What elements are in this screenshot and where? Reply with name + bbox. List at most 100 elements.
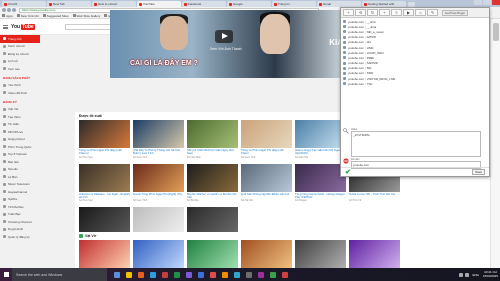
video-thumbnail[interactable] — [187, 120, 238, 148]
video-card[interactable] — [79, 240, 130, 268]
video-thumbnail[interactable] — [79, 207, 130, 236]
video-title[interactable]: Antivirus vs Malware - Let Fight - Engli… — [79, 193, 130, 200]
guide-item[interactable]: Lịch sử — [0, 58, 40, 66]
network-icon[interactable] — [459, 272, 464, 277]
video-thumbnail[interactable] — [187, 240, 238, 268]
video-thumbnail[interactable] — [187, 163, 238, 192]
video-card[interactable]: Tiếng ve Phim Ngạn Phi (Đẹp) HD Khiemd bở… — [79, 120, 130, 162]
video-card[interactable] — [349, 240, 400, 268]
guide-item[interactable]: Top 8 Vietnam — [0, 151, 40, 159]
video-card[interactable]: Bonfire Witcher vs Goblin vs Bonfire Mù … — [187, 163, 238, 206]
guide-item[interactable]: Trang chủ — [0, 35, 40, 43]
popup-tool-button[interactable]: ⟲ — [355, 9, 366, 16]
guide-item[interactable]: TinhVietNet — [0, 203, 40, 211]
video-thumbnail[interactable] — [187, 207, 238, 236]
video-title[interactable]: [Game Hayy] Tạo Hấp Dẫn Mỹ Ngon (Q2/2015… — [295, 149, 346, 156]
taskbar-app-button[interactable] — [147, 268, 159, 281]
video-thumbnail[interactable] — [79, 240, 130, 268]
taskbar-app-button[interactable] — [135, 268, 147, 281]
taskbar-app-button[interactable] — [111, 268, 123, 281]
taskbar-app-button[interactable] — [279, 268, 291, 281]
page-scrollbar[interactable] — [490, 19, 500, 268]
guide-item[interactable]: Kênh của tôi — [0, 43, 40, 51]
guide-item[interactable]: Video đã thích — [0, 89, 40, 97]
guide-item[interactable]: Việt Vài — [0, 106, 40, 114]
guide-item[interactable]: Chewing Channel — [0, 218, 40, 226]
scrollbar-thumb[interactable] — [493, 23, 499, 41]
taskbar-app-button[interactable] — [207, 268, 219, 281]
play-icon[interactable] — [215, 30, 233, 43]
taskbar-app-button[interactable] — [243, 268, 255, 281]
video-card[interactable] — [187, 240, 238, 268]
video-title[interactable]: Sống & Chết Mà Phim Gần Ngày Việt Nam — [187, 149, 238, 156]
bookmark-item[interactable]: Web Slice Gallery — [72, 14, 100, 18]
popup-tool-button[interactable]: ⌂ — [415, 9, 426, 16]
guide-item[interactable]: Lệ Bàn — [0, 173, 40, 181]
close-window-button[interactable] — [492, 0, 500, 5]
video-thumbnail[interactable] — [79, 163, 130, 192]
popup-tool-button[interactable]: ▶ — [403, 9, 414, 16]
taskbar-app-button[interactable] — [219, 268, 231, 281]
video-title[interactable]: Bonfire Witcher vs Goblin vs Bonfire Mù … — [187, 193, 238, 200]
guide-item[interactable]: Tuấn Bạc — [0, 211, 40, 219]
video-card[interactable]: Tổng Tổng Game Kênh - Hoàng Dragon Play … — [295, 163, 346, 206]
video-card[interactable]: [Game Hayy] Tạo Hấp Dẫn Mỹ Ngon (Q2/2015… — [295, 120, 346, 162]
forward-icon[interactable] — [7, 8, 11, 12]
bookmark-item[interactable]: New York Citi — [16, 14, 39, 18]
video-card[interactable]: Antivirus vs Malware - Let Fight - Engli… — [79, 163, 130, 206]
back-icon[interactable] — [2, 8, 6, 12]
video-thumbnail[interactable] — [133, 120, 184, 148]
guide-item[interactable]: Phim Trung Quốc — [0, 143, 40, 151]
video-card[interactable]: Nonlin Tổng Phim Ngạn Phi [Fight] | Pa bở… — [133, 163, 184, 206]
video-title[interactable]: Nonlin Tổng Phim Ngạn Phi [Fight] | Pa — [133, 193, 184, 200]
guide-menu-icon[interactable] — [3, 25, 8, 29]
video-thumbnail[interactable] — [241, 163, 292, 192]
video-thumbnail[interactable] — [295, 163, 346, 192]
taskbar-app-button[interactable] — [123, 268, 135, 281]
popup-tool-button[interactable]: + — [343, 9, 354, 16]
guide-item[interactable]: MPCIPLive — [0, 128, 40, 136]
reload-icon[interactable] — [12, 8, 16, 12]
plugin-label-button[interactable]: GetThat Plugin — [442, 9, 469, 16]
value-field[interactable]: _1lYsT3bDTe — [351, 131, 481, 157]
guide-item[interactable]: Bác Hải — [0, 158, 40, 166]
guide-item[interactable]: Hayaachannel — [0, 188, 40, 196]
volume-icon[interactable] — [465, 272, 470, 277]
video-title[interactable]: Tổng Tổng Game Kênh - Hoàng Dragon Play … — [295, 193, 346, 200]
bookmark-item[interactable]: Apps — [2, 14, 13, 18]
popup-tool-button[interactable]: ≡ — [391, 9, 402, 16]
video-title[interactable]: Nokia Lumia 730 - Trình Trọn Mở Hỏi — [349, 193, 400, 200]
video-thumbnail[interactable] — [349, 240, 400, 268]
video-title[interactable]: Quá Mới Không Ngó Bộ 3Diệu Văn Hà — [241, 193, 292, 200]
guide-item[interactable]: Tin Hiếu — [0, 121, 40, 129]
taskbar-app-button[interactable] — [183, 268, 195, 281]
guide-item[interactable]: Quản lý đăng ký — [0, 233, 40, 241]
video-thumbnail[interactable] — [133, 207, 184, 236]
taskbar-app-button[interactable] — [171, 268, 183, 281]
video-card[interactable] — [295, 240, 346, 268]
video-title[interactable]: Tiếng ve Phim Ngạn Phi (Đẹp) HD Khiemd — [79, 149, 130, 156]
popup-tool-button[interactable]: ↻ — [367, 9, 378, 16]
popup-tool-button[interactable]: + — [379, 9, 390, 16]
guide-item[interactable]: HappyGhost — [0, 136, 40, 144]
guide-item[interactable]: Simulis — [0, 166, 40, 174]
video-title[interactable]: [Tiết Đã] Tú Phòng Tháng Lắc Sẽ Khó Buồn… — [133, 149, 184, 156]
taskbar-app-button[interactable] — [231, 268, 243, 281]
video-thumbnail[interactable] — [133, 163, 184, 192]
cookie-row[interactable]: youtube.com | YSC — [343, 81, 487, 86]
video-card[interactable]: Tiếng ve Phim Ngạn Phi (Đẹp) HD Khiem bởi… — [241, 120, 292, 162]
start-button[interactable] — [0, 268, 12, 281]
video-card[interactable]: [Tiết Đã] Tú Phòng Tháng Lắc Sẽ Khó Buồn… — [133, 120, 184, 162]
taskbar-search[interactable]: Search the web and Windows — [12, 268, 107, 281]
minimize-button[interactable] — [474, 0, 482, 5]
youtube-logo[interactable]: You Tube — [11, 24, 35, 30]
taskbar-app-button[interactable] — [195, 268, 207, 281]
taskbar-app-button[interactable] — [255, 268, 267, 281]
taskbar-app-button[interactable] — [159, 268, 171, 281]
guide-item[interactable]: Duyệt kênh — [0, 226, 40, 234]
video-card[interactable]: Quá Mới Không Ngó Bộ 3Diệu Văn Hà bởi Hà … — [241, 163, 292, 206]
featured-banner[interactable]: Xem Với Ánh Thanh CÁI GÌ LÀ ĐÂY EM ? KIA — [110, 10, 345, 78]
video-title[interactable]: Tiếng ve Phim Ngạn Phi (Đẹp) HD Khiem — [241, 149, 292, 156]
popup-tool-button[interactable]: ✎ — [427, 9, 438, 16]
clock[interactable]: 10:41 CH 15/04/2015 — [483, 270, 498, 278]
